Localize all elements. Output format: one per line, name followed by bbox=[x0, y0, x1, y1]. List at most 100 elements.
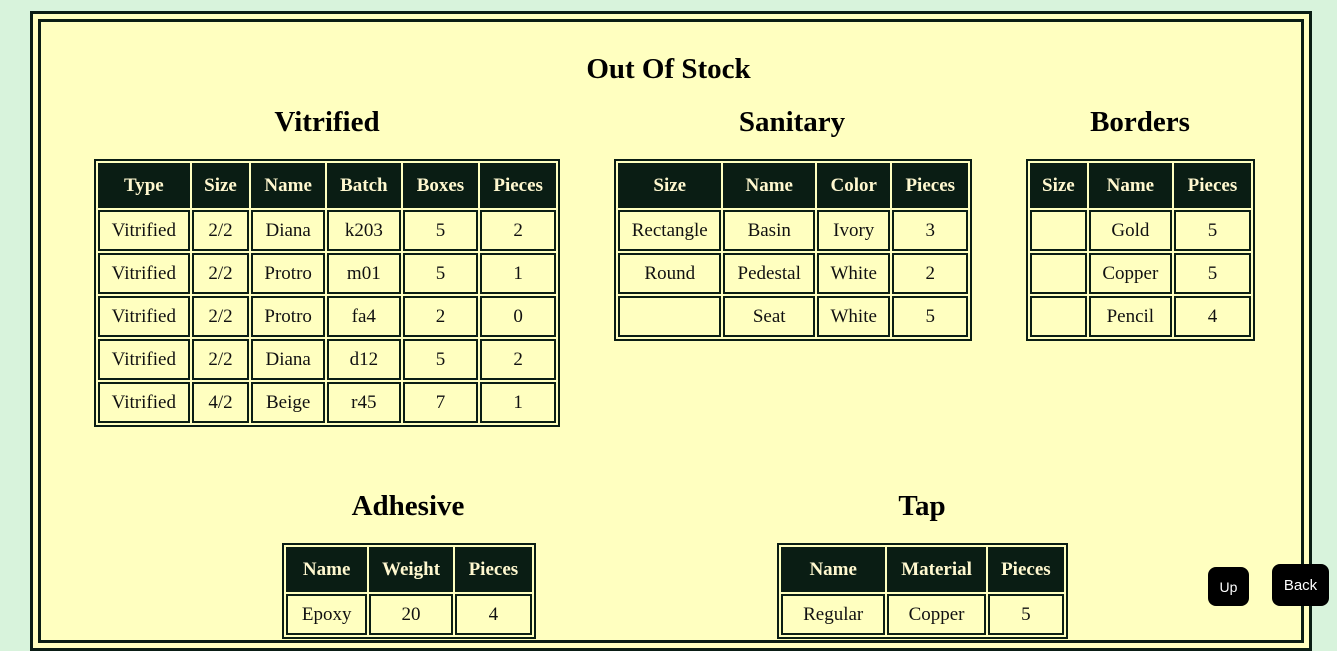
cell: Protro bbox=[251, 296, 325, 337]
cell: Diana bbox=[251, 339, 325, 380]
borders-table: Size Name Pieces Gold 5 Copper 5 Pencil … bbox=[1026, 159, 1255, 341]
cell: Beige bbox=[251, 382, 325, 423]
col-header: Pieces bbox=[454, 547, 532, 592]
tap-table: Name Material Pieces Regular Copper 5 bbox=[777, 543, 1068, 639]
cell: 1 bbox=[480, 253, 556, 294]
table-row: Rectangle Basin Ivory 3 bbox=[618, 210, 968, 251]
cell: 2/2 bbox=[191, 210, 250, 251]
cell: Regular bbox=[781, 594, 886, 635]
cell: fa4 bbox=[326, 296, 401, 337]
cell: 2 bbox=[480, 210, 556, 251]
cell: Ivory bbox=[816, 210, 891, 251]
adhesive-table: Name Weight Pieces Epoxy 20 4 bbox=[282, 543, 536, 639]
table-row: Round Pedestal White 2 bbox=[618, 253, 968, 294]
cell: 2/2 bbox=[191, 339, 250, 380]
col-header: Size bbox=[191, 163, 250, 208]
cell: 5 bbox=[402, 253, 479, 294]
col-header: Weight bbox=[369, 547, 453, 592]
vitrified-title: Vitrified bbox=[274, 106, 380, 138]
page-title: Out Of Stock bbox=[586, 53, 751, 85]
cell: Vitrified bbox=[98, 339, 190, 380]
cell: Diana bbox=[251, 210, 325, 251]
col-header: Boxes bbox=[402, 163, 479, 208]
cell: r45 bbox=[326, 382, 401, 423]
col-header: Color bbox=[816, 163, 891, 208]
cell: 4 bbox=[454, 594, 532, 635]
col-header: Type bbox=[98, 163, 190, 208]
cell: Basin bbox=[723, 210, 815, 251]
cell: Vitrified bbox=[98, 253, 190, 294]
table-row: Vitrified 2/2 Diana d12 5 2 bbox=[98, 339, 556, 380]
cell: 3 bbox=[892, 210, 968, 251]
cell: 5 bbox=[402, 210, 479, 251]
cell: Gold bbox=[1088, 210, 1172, 251]
cell bbox=[1030, 296, 1087, 337]
col-header: Name bbox=[723, 163, 815, 208]
cell: 2/2 bbox=[191, 253, 250, 294]
adhesive-title: Adhesive bbox=[351, 490, 465, 522]
col-header: Material bbox=[887, 547, 986, 592]
cell: Seat bbox=[723, 296, 815, 337]
col-header: Pieces bbox=[1173, 163, 1251, 208]
cell: 5 bbox=[1173, 253, 1251, 294]
cell bbox=[1030, 210, 1087, 251]
table-row: Vitrified 2/2 Diana k203 5 2 bbox=[98, 210, 556, 251]
up-button[interactable]: Up bbox=[1208, 567, 1249, 606]
borders-title: Borders bbox=[1090, 106, 1190, 138]
cell: m01 bbox=[326, 253, 401, 294]
cell: White bbox=[816, 296, 891, 337]
cell: 4/2 bbox=[191, 382, 250, 423]
cell: 5 bbox=[1173, 210, 1251, 251]
table-row: Copper 5 bbox=[1030, 253, 1251, 294]
table-row: Pencil 4 bbox=[1030, 296, 1251, 337]
table-row: Vitrified 2/2 Protro m01 5 1 bbox=[98, 253, 556, 294]
col-header: Name bbox=[781, 547, 886, 592]
cell: d12 bbox=[326, 339, 401, 380]
cell: 2/2 bbox=[191, 296, 250, 337]
col-header: Pieces bbox=[480, 163, 556, 208]
sanitary-table: Size Name Color Pieces Rectangle Basin I… bbox=[614, 159, 972, 341]
cell: 2 bbox=[480, 339, 556, 380]
table-row: Regular Copper 5 bbox=[781, 594, 1064, 635]
cell: Vitrified bbox=[98, 296, 190, 337]
cell: k203 bbox=[326, 210, 401, 251]
cell: Copper bbox=[887, 594, 986, 635]
vitrified-table: Type Size Name Batch Boxes Pieces Vitrif… bbox=[94, 159, 560, 427]
cell: Vitrified bbox=[98, 382, 190, 423]
col-header: Name bbox=[251, 163, 325, 208]
col-header: Size bbox=[1030, 163, 1087, 208]
sanitary-header-row: Size Name Color Pieces bbox=[618, 163, 968, 208]
cell: 20 bbox=[369, 594, 453, 635]
cell: 1 bbox=[480, 382, 556, 423]
tap-title: Tap bbox=[898, 490, 946, 522]
cell: 2 bbox=[892, 253, 968, 294]
col-header: Name bbox=[1088, 163, 1172, 208]
borders-header-row: Size Name Pieces bbox=[1030, 163, 1251, 208]
cell: Protro bbox=[251, 253, 325, 294]
cell: 5 bbox=[402, 339, 479, 380]
cell: 2 bbox=[402, 296, 479, 337]
cell: Pencil bbox=[1088, 296, 1172, 337]
cell: 5 bbox=[987, 594, 1064, 635]
cell: Round bbox=[618, 253, 722, 294]
cell bbox=[1030, 253, 1087, 294]
table-row: Vitrified 2/2 Protro fa4 2 0 bbox=[98, 296, 556, 337]
cell: 0 bbox=[480, 296, 556, 337]
cell: Copper bbox=[1088, 253, 1172, 294]
table-row: Vitrified 4/2 Beige r45 7 1 bbox=[98, 382, 556, 423]
cell: Rectangle bbox=[618, 210, 722, 251]
sanitary-title: Sanitary bbox=[738, 106, 846, 138]
vitrified-header-row: Type Size Name Batch Boxes Pieces bbox=[98, 163, 556, 208]
cell: Pedestal bbox=[723, 253, 815, 294]
cell: 4 bbox=[1173, 296, 1251, 337]
cell: 5 bbox=[892, 296, 968, 337]
cell bbox=[618, 296, 722, 337]
cell: Epoxy bbox=[286, 594, 368, 635]
table-row: Gold 5 bbox=[1030, 210, 1251, 251]
table-row: Seat White 5 bbox=[618, 296, 968, 337]
col-header: Size bbox=[618, 163, 722, 208]
col-header: Batch bbox=[326, 163, 401, 208]
cell: Vitrified bbox=[98, 210, 190, 251]
back-button[interactable]: Back bbox=[1272, 564, 1329, 606]
col-header: Pieces bbox=[892, 163, 968, 208]
